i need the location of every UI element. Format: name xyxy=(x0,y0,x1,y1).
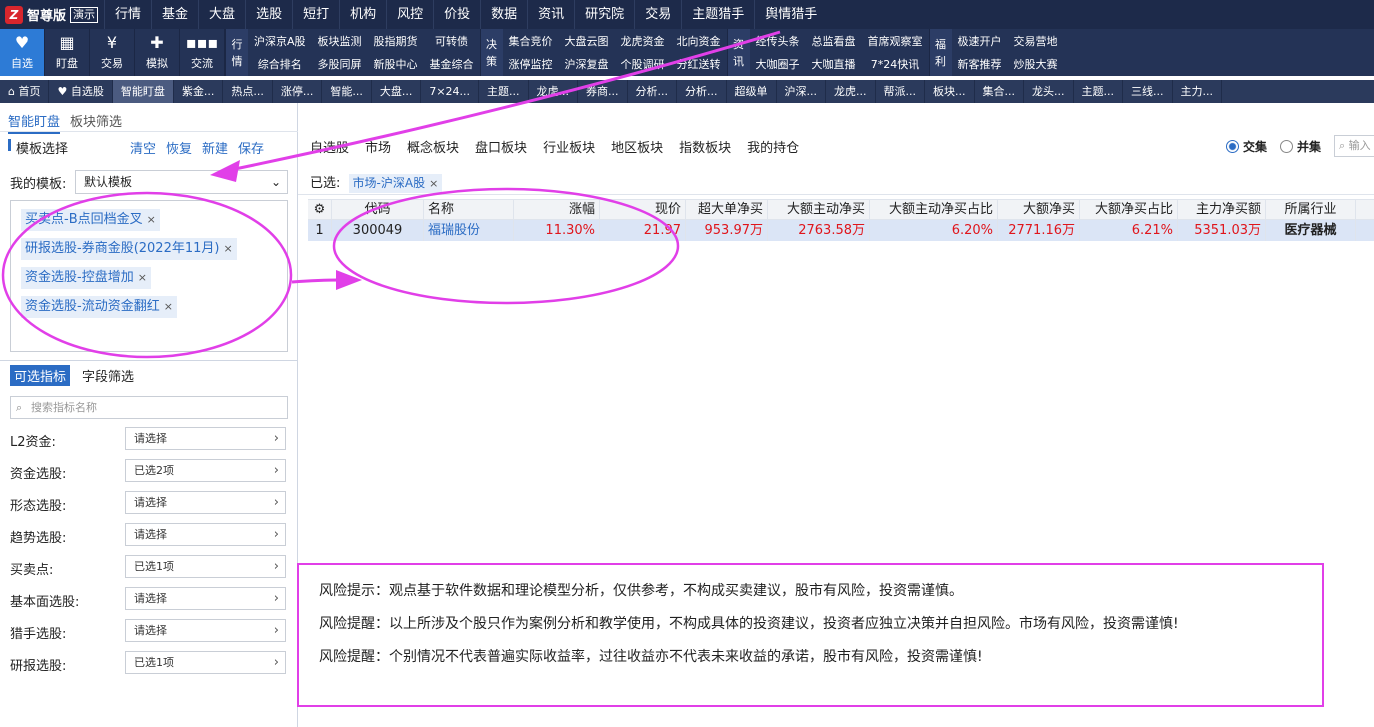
annotation-arrowhead xyxy=(336,270,362,290)
risk-text: 风险提示：观点基于软件数据和理论模型分析，仅供参考，不构成买卖建议，股市有风险，… xyxy=(319,583,963,599)
risk-text: 风险提醒：以上所涉及个股只作为案例分析和教学使用，不构成具体的投资建议，投资者应… xyxy=(319,616,1179,632)
annotation-ellipse-table xyxy=(332,187,680,305)
annotation-arrowhead xyxy=(210,160,240,182)
risk-text: 风险提醒：个别情况不代表普遍实际收益率，过往收益亦不代表未来收益的承诺，股市有风… xyxy=(319,649,983,665)
annotation-arrow-result xyxy=(291,278,341,284)
risk-disclaimer-box: 风险提示：观点基于软件数据和理论模型分析，仅供参考，不构成买卖建议，股市有风险，… xyxy=(297,563,1324,707)
annotation-arrow-template xyxy=(229,30,781,172)
annotation-ellipse-left xyxy=(1,191,293,359)
